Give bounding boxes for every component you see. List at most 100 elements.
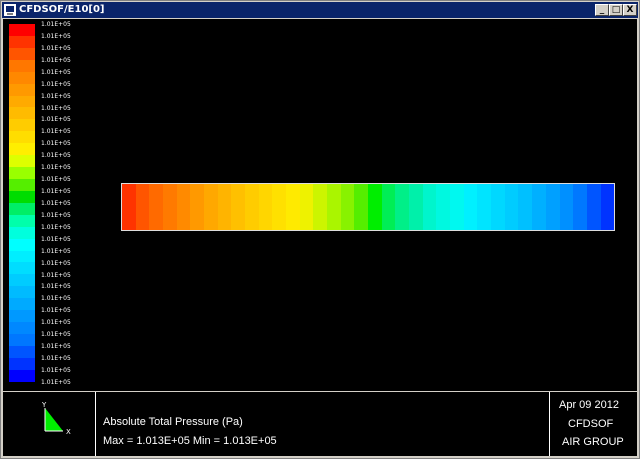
legend-label: 1.01E+05 [41, 343, 71, 351]
contour-band [422, 184, 437, 230]
contour-band [313, 184, 328, 230]
legend-label: 1.01E+05 [41, 378, 71, 386]
window-title: CFDSOF/E10[0] [19, 4, 105, 15]
legend-color-cell [9, 155, 35, 168]
legend-label: 1.01E+05 [41, 283, 71, 291]
legend-label: 1.01E+05 [41, 366, 71, 374]
title-bar[interactable]: CFDSOF/E10[0] _ □ X [2, 2, 638, 18]
contour-band [149, 184, 164, 230]
legend-label: 1.01E+05 [41, 235, 71, 243]
minimize-button[interactable]: _ [595, 4, 609, 16]
variable-name: Absolute Total Pressure (Pa) [103, 416, 243, 428]
legend-label: 1.01E+05 [41, 68, 71, 76]
legend-color-cell [9, 143, 35, 156]
value-range: Max = 1.013E+05 Min = 1.013E+05 [103, 435, 277, 447]
footer-divider-right [549, 392, 550, 456]
contour-band [190, 184, 205, 230]
legend-color-cell [9, 202, 35, 215]
legend-color-cell [9, 322, 35, 334]
legend-label: 1.01E+05 [41, 295, 71, 303]
info-footer: Y X Absolute Total Pressure (Pa) Max = 1… [3, 392, 637, 456]
contour-band [340, 184, 355, 230]
axis-triad-icon: Y X [41, 401, 71, 436]
legend-label: 1.01E+05 [41, 140, 71, 148]
legend-label: 1.01E+05 [41, 211, 71, 219]
legend-color-cell [9, 167, 35, 179]
contour-band [286, 184, 300, 230]
legend-color-cell [9, 250, 35, 263]
contour-band [477, 184, 492, 230]
legend-label: 1.01E+05 [41, 176, 71, 184]
contour-band [299, 184, 314, 230]
legend-label: 1.01E+05 [41, 116, 71, 124]
contour-band [586, 184, 601, 230]
color-legend-bar [9, 24, 35, 382]
contour-band [272, 184, 287, 230]
contour-band [436, 184, 451, 230]
legend-label: 1.01E+05 [41, 188, 71, 196]
axis-x-label: X [66, 428, 71, 436]
contour-band [245, 184, 259, 230]
legend-label: 1.01E+05 [41, 92, 71, 100]
legend-color-cell [9, 35, 35, 48]
legend-color-cell [9, 178, 35, 191]
contour-band [545, 184, 560, 230]
contour-band [600, 184, 615, 230]
date-label: Apr 09 2012 [559, 399, 619, 411]
legend-label: 1.01E+05 [41, 21, 71, 28]
contour-band [504, 184, 519, 230]
legend-color-cell [9, 226, 35, 239]
maximize-button[interactable]: □ [609, 4, 623, 16]
legend-label: 1.01E+05 [41, 271, 71, 279]
legend-color-cell [9, 286, 35, 299]
contour-band [450, 184, 464, 230]
legend-label: 1.01E+05 [41, 104, 71, 112]
legend-color-cell [9, 298, 35, 311]
contour-band [354, 184, 369, 230]
legend-color-cell [9, 333, 35, 346]
legend-color-cell [9, 119, 35, 132]
legend-color-cell [9, 262, 35, 275]
legend-color-cell [9, 274, 35, 287]
contour-band [258, 184, 273, 230]
legend-label: 1.01E+05 [41, 56, 71, 64]
legend-color-cell [9, 24, 35, 36]
graphics-viewport[interactable]: 1.01E+05 1.01E+05 1.01E+05 1.01E+05 1.01E+05… [3, 19, 637, 391]
contour-band [176, 184, 191, 230]
contour-band [559, 184, 574, 230]
legend-label: 1.01E+05 [41, 199, 71, 207]
contour-band [573, 184, 587, 230]
app-window: CFDSOF/E10[0] _ □ X 1.01E+05 1.01E+05 1.01… [0, 0, 640, 459]
software-label: CFDSOF [568, 418, 614, 430]
legend-color-cell [9, 357, 35, 370]
legend-label: 1.01E+05 [41, 355, 71, 363]
contour-band [463, 184, 478, 230]
legend-label: 1.01E+05 [41, 223, 71, 231]
contour-band [122, 184, 136, 230]
contour-band [327, 184, 341, 230]
contour-band [163, 184, 177, 230]
legend-color-cell [9, 369, 35, 382]
legend-color-cell [9, 131, 35, 144]
app-icon [4, 4, 16, 16]
contour-band [204, 184, 218, 230]
contour-band [518, 184, 533, 230]
legend-label: 1.01E+05 [41, 80, 71, 88]
legend-color-cell [9, 310, 35, 323]
legend-label: 1.01E+05 [41, 331, 71, 339]
contour-band [491, 184, 505, 230]
legend-color-cell [9, 238, 35, 251]
contour-band [409, 184, 423, 230]
close-button[interactable]: X [623, 4, 637, 16]
legend-color-cell [9, 190, 35, 203]
axis-y-label: Y [41, 401, 47, 409]
legend-label: 1.01E+05 [41, 307, 71, 315]
contour-band [217, 184, 232, 230]
legend-label: 1.01E+05 [41, 44, 71, 52]
legend-label: 1.01E+05 [41, 319, 71, 327]
pressure-contour-domain [121, 183, 615, 231]
contour-band [381, 184, 396, 230]
legend-color-cell [9, 214, 35, 227]
legend-color-cell [9, 71, 35, 84]
legend-label: 1.01E+05 [41, 164, 71, 172]
